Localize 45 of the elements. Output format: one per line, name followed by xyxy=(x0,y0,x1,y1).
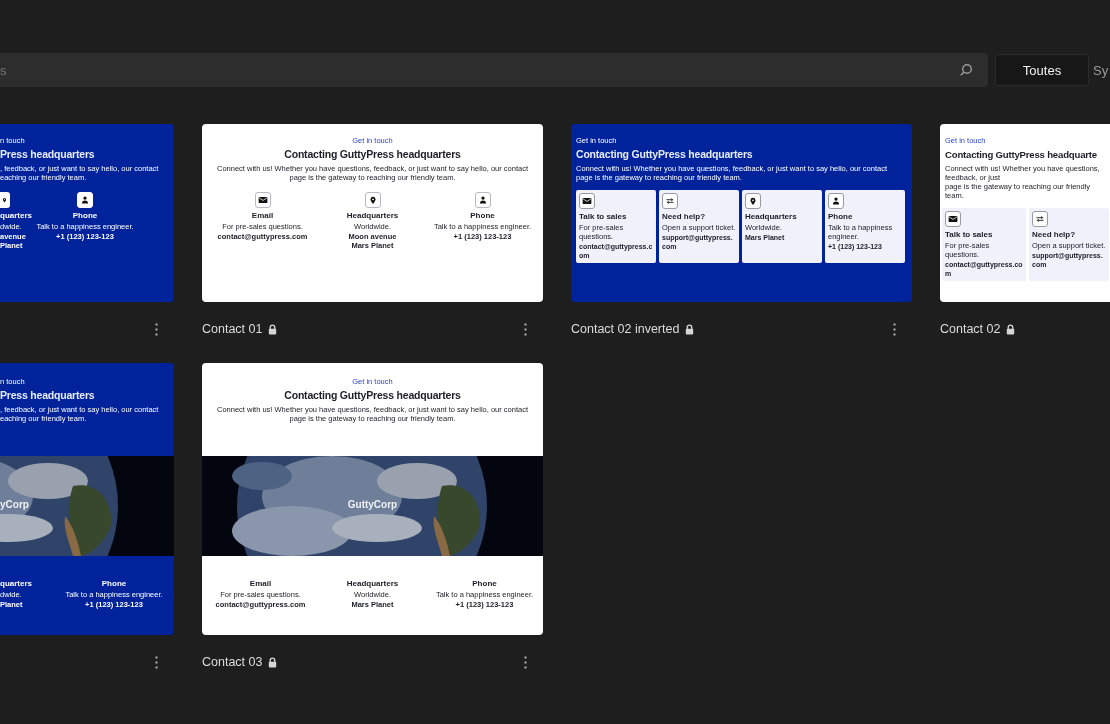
feature-title: Headquarters xyxy=(346,211,399,221)
preview-heading: Contacting GuttyPress headquarters xyxy=(283,389,462,402)
more-options-button[interactable] xyxy=(521,653,530,671)
feature-title: Headquarters xyxy=(745,212,797,222)
more-options-button[interactable] xyxy=(890,320,899,338)
pattern-preview[interactable] xyxy=(571,124,912,302)
pattern-preview[interactable] xyxy=(202,363,543,635)
pattern-title: Contact 02 inverted xyxy=(571,322,680,336)
banner-title: GuttyCorp xyxy=(346,499,399,510)
feature-title: Phone xyxy=(101,579,127,589)
filter-tab[interactable]: Toutes xyxy=(995,54,1089,86)
preview-heading: Contacting GuttyPress headquarters xyxy=(283,148,462,161)
feature-title: Email xyxy=(249,579,272,589)
feature-title: Phone xyxy=(828,212,853,222)
more-icon xyxy=(155,322,158,336)
preview-heading: Press headquarters xyxy=(0,148,96,161)
preview-heading: Contacting GuttyPress headquarters xyxy=(576,148,754,161)
feature-title: Phone xyxy=(72,211,98,221)
feature-title: Phone xyxy=(470,211,495,221)
more-options-button[interactable] xyxy=(521,320,530,338)
feature-title: Headquarters xyxy=(346,579,399,589)
feature-title: Need help? xyxy=(662,212,706,222)
more-icon xyxy=(524,322,527,336)
feature-title: Phone xyxy=(472,579,497,589)
pattern-title: Contact 02 xyxy=(940,322,1001,336)
more-icon xyxy=(524,655,527,669)
more-options-button[interactable] xyxy=(152,320,161,338)
feature-title: Talk to sales xyxy=(945,230,993,240)
feature-title: Email xyxy=(251,211,274,221)
feature-title: Talk to sales xyxy=(579,212,627,222)
feature-title: quarters xyxy=(0,579,32,589)
feature-title: Need help? xyxy=(1032,230,1076,240)
search-icon xyxy=(959,63,973,77)
more-icon xyxy=(155,655,158,669)
more-options-button[interactable] xyxy=(152,653,161,671)
feature-title: quarters xyxy=(0,211,32,221)
pattern-title: Contact 03 xyxy=(202,655,263,669)
preview-heading: Contacting GuttyPress headquarte xyxy=(945,148,1098,161)
search-field[interactable]: s xyxy=(0,53,988,87)
pattern-title: Contact 01 xyxy=(202,322,263,336)
preview-heading: Press headquarters xyxy=(0,389,96,402)
banner-title: yCorp xyxy=(0,499,30,510)
pattern-preview[interactable] xyxy=(940,124,1110,302)
more-icon xyxy=(893,322,896,336)
filter-tab[interactable]: Sy xyxy=(1092,54,1110,86)
